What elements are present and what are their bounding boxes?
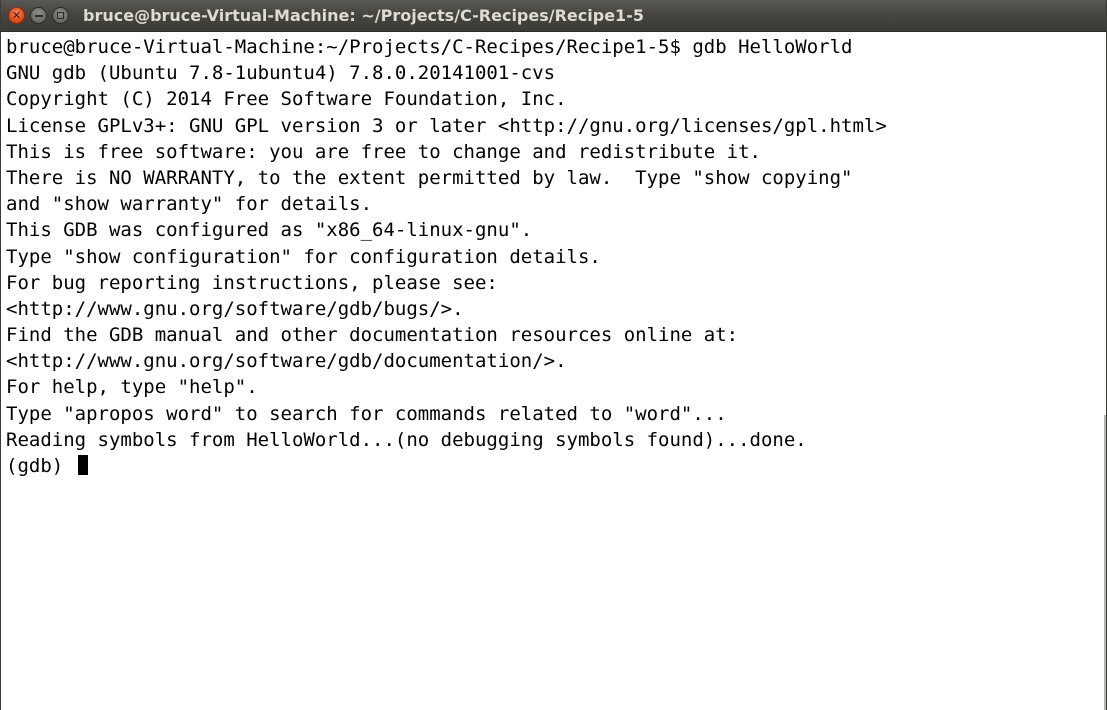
text-cursor (77, 455, 88, 475)
terminal-line: Reading symbols from HelloWorld...(no de… (6, 428, 807, 451)
terminal-line: and "show warranty" for details. (6, 193, 373, 216)
scrollbar[interactable] (1104, 415, 1106, 710)
terminal-line: Type "show configuration" for configurat… (6, 245, 601, 268)
terminal-line: This GDB was configured as "x86_64-linux… (6, 219, 533, 242)
maximize-icon[interactable] (52, 7, 69, 24)
prompt-line[interactable]: (gdb) (6, 453, 1102, 479)
terminal-line: Copyright (C) 2014 Free Software Foundat… (6, 88, 567, 111)
terminal-line: For help, type "help". (6, 376, 258, 399)
gdb-prompt: (gdb) (6, 455, 64, 477)
terminal-line: bruce@bruce-Virtual-Machine:~/Projects/C… (6, 36, 853, 58)
close-icon[interactable]: ✕ (8, 7, 25, 24)
minimize-icon[interactable] (30, 7, 47, 24)
terminal-line: License GPLv3+: GNU GPL version 3 or lat… (6, 114, 887, 137)
title-bar[interactable]: ✕ bruce@bruce-Virtual-Machine: ~/Project… (1, 0, 1106, 32)
terminal-line: Find the GDB manual and other documentat… (6, 324, 739, 347)
terminal-line: Type "apropos word" to search for comman… (6, 402, 727, 425)
terminal-line: <http://www.gnu.org/software/gdb/bugs/>. (6, 297, 464, 320)
terminal-line: There is NO WARRANTY, to the extent perm… (6, 166, 853, 189)
terminal-window: ✕ bruce@bruce-Virtual-Machine: ~/Project… (0, 0, 1107, 710)
window-title: bruce@bruce-Virtual-Machine: ~/Projects/… (83, 6, 644, 25)
terminal-line: This is free software: you are free to c… (6, 140, 761, 163)
terminal-line: For bug reporting instructions, please s… (6, 271, 498, 294)
window-controls: ✕ (1, 0, 69, 31)
terminal-output[interactable]: bruce@bruce-Virtual-Machine:~/Projects/C… (1, 33, 1106, 710)
terminal-line: <http://www.gnu.org/software/gdb/documen… (6, 350, 567, 373)
terminal-line: GNU gdb (Ubuntu 7.8-1ubuntu4) 7.8.0.2014… (6, 62, 556, 85)
